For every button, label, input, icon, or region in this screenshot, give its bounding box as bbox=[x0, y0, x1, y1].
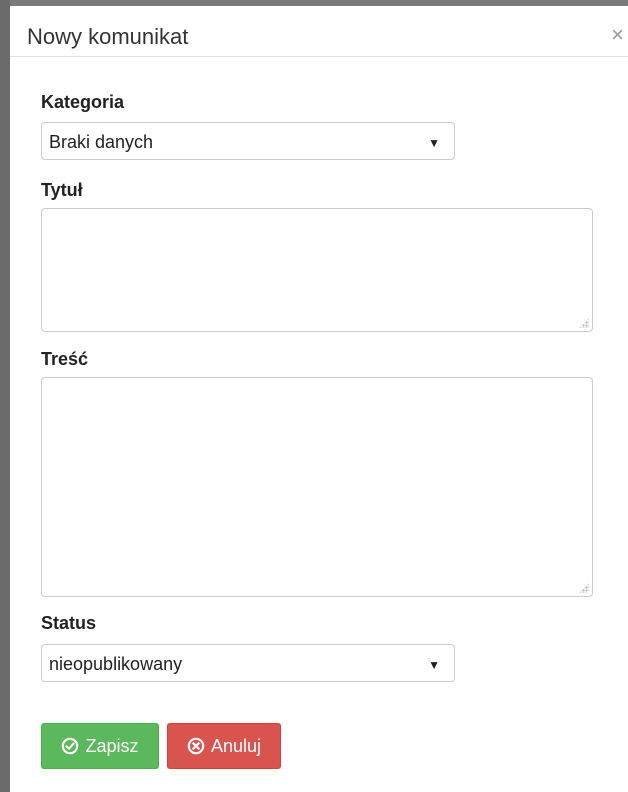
chevron-down-icon: ▼ bbox=[428, 136, 440, 150]
background-backdrop-left bbox=[0, 0, 10, 792]
status-select[interactable]: nieopublikowany ▼ bbox=[41, 644, 455, 682]
save-button-label: Zapisz bbox=[85, 735, 139, 756]
status-select-value: nieopublikowany bbox=[49, 654, 183, 674]
dialog-title: Nowy komunikat bbox=[27, 24, 189, 49]
content-label: Treść bbox=[41, 349, 89, 369]
new-message-dialog: Nowy komunikat × Kategoria Braki danych … bbox=[10, 6, 628, 792]
chevron-down-icon: ▼ bbox=[428, 658, 440, 672]
cancel-button[interactable]: Anuluj bbox=[167, 723, 281, 769]
times-circle-icon bbox=[187, 737, 205, 755]
resize-grip-icon[interactable] bbox=[579, 318, 589, 328]
status-label: Status bbox=[41, 613, 97, 633]
title-label: Tytuł bbox=[41, 180, 83, 200]
cancel-button-label: Anuluj bbox=[210, 735, 262, 756]
title-textarea[interactable] bbox=[41, 208, 593, 332]
check-circle-icon bbox=[62, 737, 79, 755]
resize-grip-icon[interactable] bbox=[579, 583, 589, 593]
category-select[interactable]: Braki danych ▼ bbox=[41, 122, 455, 160]
category-select-value: Braki danych bbox=[49, 132, 154, 152]
category-label: Kategoria bbox=[41, 92, 125, 112]
content-textarea[interactable] bbox=[41, 377, 593, 597]
dialog-header: Nowy komunikat × bbox=[10, 6, 628, 57]
close-button[interactable]: × bbox=[611, 24, 624, 46]
save-button[interactable]: Zapisz bbox=[41, 723, 159, 769]
